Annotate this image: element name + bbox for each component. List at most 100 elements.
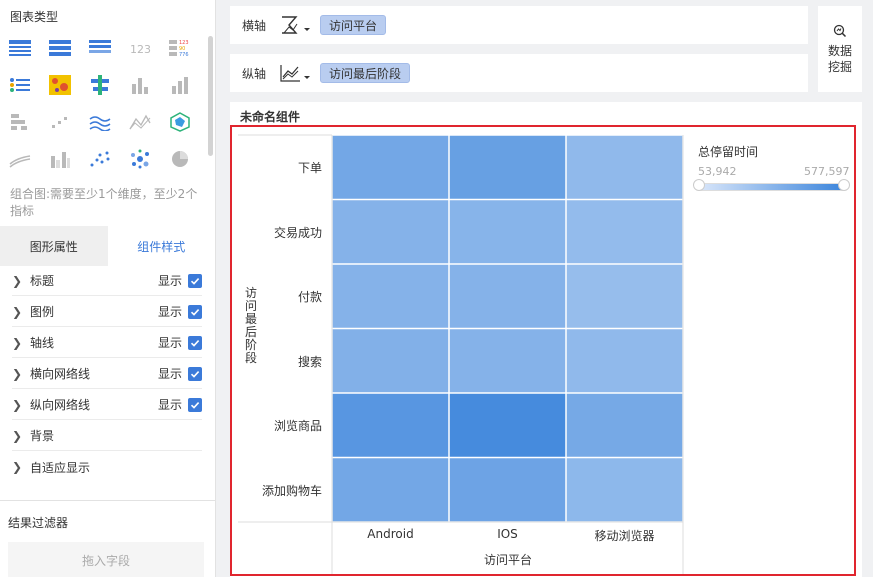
heatmap-cell[interactable]: [566, 264, 683, 328]
x-axis-field[interactable]: 访问平台: [320, 15, 387, 35]
y-tick-label: 搜索: [297, 354, 322, 369]
sigma-chart-icon[interactable]: [278, 14, 316, 36]
bar-compare-icon[interactable]: [46, 145, 74, 173]
bubble-icon[interactable]: [126, 145, 154, 173]
heatmap-cell[interactable]: [449, 264, 566, 328]
bar-icon[interactable]: [126, 71, 154, 99]
left-panel: 图表类型 123 123 90 776 组合图:需要至少1个维度，至少2个指标 图形属…: [0, 0, 216, 577]
prop-legend[interactable]: ❯ 图例 显示: [12, 297, 202, 327]
prop-adaptive-display[interactable]: ❯ 自适应显示: [12, 452, 202, 482]
x-axis-label: 横轴: [241, 18, 266, 33]
heatmap-cell[interactable]: [449, 329, 566, 393]
chevron-right-icon: ❯: [12, 304, 23, 319]
chevron-right-icon: ❯: [12, 460, 23, 474]
heatmap-cell[interactable]: [566, 393, 683, 457]
grouped-table-icon[interactable]: [86, 71, 114, 99]
mining-label-line2: 挖掘: [827, 60, 852, 74]
legend-max-handle[interactable]: [838, 179, 850, 191]
x-axis-title: 访问平台: [483, 553, 532, 567]
chart-component: 未命名组件 访问最后阶段 下单 交易成功 付款 搜索 浏览商品 添加购物车 Android…: [230, 102, 862, 577]
heatmap-icon[interactable]: [46, 71, 74, 99]
y-tick-label: 浏览商品: [273, 419, 322, 434]
mining-icon: [833, 24, 847, 38]
component-title[interactable]: 未命名组件: [240, 108, 300, 125]
bar-stack-icon[interactable]: [166, 71, 194, 99]
mining-label-line1: 数据: [827, 44, 852, 58]
divider: [0, 500, 215, 501]
prop-background[interactable]: ❯ 背景: [12, 421, 202, 451]
heatmap-cell[interactable]: [332, 200, 449, 264]
heatmap-cell[interactable]: [566, 135, 683, 199]
show-checkbox[interactable]: [188, 273, 202, 288]
kpi-icon[interactable]: [6, 71, 34, 99]
heatmap-cell[interactable]: [449, 200, 566, 264]
prop-vertical-grid[interactable]: ❯ 纵向网络线 显示: [12, 390, 202, 420]
heatmap-cell[interactable]: [332, 264, 449, 328]
show-checkbox[interactable]: [188, 304, 202, 319]
chart-type-scrollbar[interactable]: [208, 36, 213, 156]
heatmap-cell[interactable]: [566, 329, 683, 393]
table-icon[interactable]: [6, 34, 34, 62]
heatmap-cell[interactable]: [332, 458, 449, 522]
legend-max: 577,597: [804, 165, 850, 178]
x-axis-row: 横轴 访问平台: [230, 6, 808, 44]
heatmap-cell[interactable]: [449, 135, 566, 199]
heatmap-cell[interactable]: [449, 393, 566, 457]
multi-row-icon[interactable]: [6, 108, 34, 136]
prop-horizontal-grid[interactable]: ❯ 横向网络线 显示: [12, 359, 202, 389]
chevron-right-icon: ❯: [12, 366, 23, 381]
result-filter-title: 结果过滤器: [8, 516, 69, 530]
cross-table-icon[interactable]: [46, 34, 74, 62]
pie-icon[interactable]: [166, 145, 194, 173]
prop-label: 图例: [30, 305, 55, 319]
line-multi-icon[interactable]: [86, 108, 114, 136]
show-checkbox[interactable]: [188, 335, 202, 350]
radar-icon[interactable]: [166, 108, 194, 136]
property-tabs: 图形属性 组件样式: [0, 226, 215, 266]
prop-title[interactable]: ❯ 标题 显示: [12, 266, 202, 296]
svg-text:776: 776: [179, 52, 189, 56]
detail-table-icon[interactable]: [86, 34, 114, 62]
filter-drop-zone[interactable]: 拖入字段: [8, 542, 204, 577]
scatter-small-icon[interactable]: [46, 108, 74, 136]
heatmap-cell[interactable]: [449, 458, 566, 522]
prop-axis-line[interactable]: ❯ 轴线 显示: [12, 328, 202, 358]
y-axis-label: 纵轴: [241, 66, 266, 81]
chevron-right-icon: ❯: [12, 397, 23, 412]
color-table-icon[interactable]: 123 90 776: [166, 34, 194, 62]
legend-gradient: [698, 183, 846, 191]
prop-label: 轴线: [30, 336, 55, 350]
tab-graphic-properties[interactable]: 图形属性: [0, 226, 108, 266]
heatmap-cell[interactable]: [566, 458, 683, 522]
y-axis-title: 访问最后阶段: [244, 286, 257, 365]
tab-component-style[interactable]: 组件样式: [107, 226, 215, 266]
prop-show-text: 显示: [157, 336, 182, 350]
heatmap-panel: 访问最后阶段 下单 交易成功 付款 搜索 浏览商品 添加购物车 Android IOS 移动浏…: [230, 125, 856, 576]
chart-type-title: 图表类型: [10, 10, 59, 24]
svg-text:123: 123: [130, 43, 151, 56]
line-area-icon[interactable]: [6, 145, 34, 173]
chevron-right-icon: ❯: [12, 428, 23, 443]
show-checkbox[interactable]: [188, 397, 202, 412]
heatmap-cell[interactable]: [332, 135, 449, 199]
number-icon[interactable]: 123: [126, 34, 154, 62]
prop-label: 自适应显示: [30, 460, 91, 475]
data-mining-button[interactable]: 数据 挖掘: [818, 6, 862, 92]
y-axis-row: 纵轴 访问最后阶段: [230, 54, 808, 92]
legend-title: 总停留时间: [698, 145, 759, 159]
y-tick-label: 付款: [297, 290, 322, 305]
prop-show-text: 显示: [157, 398, 182, 412]
legend-min-handle[interactable]: [693, 179, 705, 191]
heatmap-cell[interactable]: [566, 200, 683, 264]
scatter-icon[interactable]: [86, 145, 114, 173]
y-axis-field[interactable]: 访问最后阶段: [320, 63, 411, 83]
y-tick-label: 交易成功: [273, 225, 322, 240]
area-icon[interactable]: [126, 108, 154, 136]
prop-label: 横向网络线: [30, 367, 91, 381]
prop-show-text: 显示: [157, 305, 182, 319]
line-chart-icon[interactable]: [278, 62, 316, 84]
legend-min: 53,942: [698, 165, 737, 178]
heatmap-cell[interactable]: [332, 329, 449, 393]
heatmap-cell[interactable]: [332, 393, 449, 457]
show-checkbox[interactable]: [188, 366, 202, 381]
